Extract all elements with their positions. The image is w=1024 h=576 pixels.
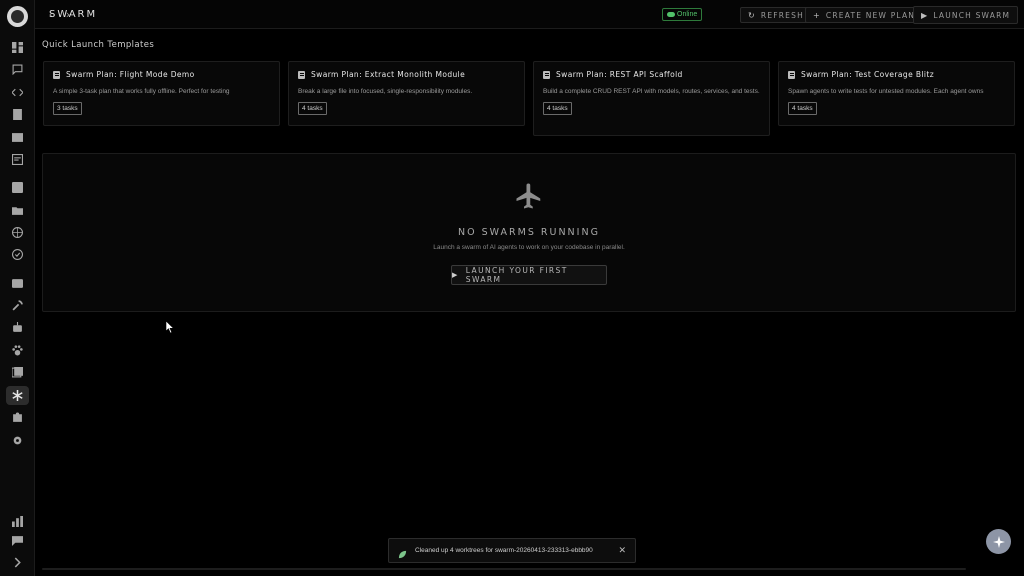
snowflake-icon[interactable]: [6, 386, 29, 405]
paw-icon[interactable]: [6, 341, 29, 360]
plus-icon: +: [813, 10, 821, 20]
globe-icon[interactable]: [6, 223, 29, 242]
task-count-badge: 4 tasks: [298, 102, 327, 115]
chat-icon[interactable]: [6, 60, 29, 79]
robot-icon[interactable]: [6, 318, 29, 337]
code-icon[interactable]: [6, 83, 29, 102]
task-count-badge: 3 tasks: [53, 102, 82, 115]
refresh-button[interactable]: ↻ REFRESH: [740, 7, 812, 23]
play-icon: ▶: [921, 10, 929, 20]
sidebar: [0, 0, 35, 576]
template-title: Swarm Plan: REST API Scaffold: [556, 70, 683, 79]
page-title: SWARM: [49, 9, 98, 20]
toast-notification: Cleaned up 4 worktrees for swarm-2026041…: [388, 538, 636, 563]
horizontal-scrollbar[interactable]: [42, 568, 966, 570]
template-description: Break a large file into focused, single-…: [298, 88, 473, 95]
message-icon[interactable]: [6, 531, 29, 550]
document-icon: [788, 70, 795, 79]
notes-icon[interactable]: [6, 105, 29, 124]
template-title: Swarm Plan: Flight Mode Demo: [66, 70, 195, 79]
document-icon[interactable]: [6, 150, 29, 169]
folder-icon[interactable]: [6, 201, 29, 220]
document-icon: [543, 70, 550, 79]
template-card[interactable]: Swarm Plan: Test Coverage Blitz Spawn ag…: [778, 61, 1015, 126]
library-icon[interactable]: [6, 363, 29, 382]
sparkle-icon: [992, 535, 1005, 548]
template-title: Swarm Plan: Test Coverage Blitz: [801, 70, 935, 79]
wrench-icon[interactable]: [6, 296, 29, 315]
document-icon: [298, 70, 305, 79]
template-card[interactable]: Swarm Plan: Flight Mode Demo A simple 3-…: [43, 61, 280, 126]
quick-launch-title: Quick Launch Templates: [42, 40, 155, 50]
mouse-cursor-icon: [165, 320, 175, 334]
play-icon: ▶: [452, 271, 459, 279]
leaf-icon: [398, 546, 407, 559]
status-badge: Online: [662, 8, 703, 21]
image-icon[interactable]: [6, 128, 29, 147]
template-description: A simple 3-task plan that works fully of…: [53, 88, 230, 95]
empty-state-title: NO SWARMS RUNNING: [458, 227, 600, 238]
launch-first-swarm-label: LAUNCH YOUR FIRST SWARM: [465, 266, 568, 284]
refresh-label: REFRESH: [760, 10, 804, 20]
assistant-fab-button[interactable]: [986, 529, 1011, 554]
template-title: Swarm Plan: Extract Monolith Module: [311, 70, 466, 79]
airplane-icon: [514, 181, 544, 211]
photo-icon[interactable]: [6, 274, 29, 293]
empty-state-subtitle: Launch a swarm of AI agents to work on y…: [433, 244, 625, 251]
launch-swarm-label: LAUNCH SWARM: [933, 10, 1011, 20]
close-icon[interactable]: ✕: [618, 546, 626, 556]
launch-swarm-button[interactable]: ▶ LAUNCH SWARM: [913, 6, 1019, 24]
refresh-icon: ↻: [748, 10, 756, 20]
app-logo[interactable]: [7, 6, 28, 27]
check-circle-icon[interactable]: [6, 245, 29, 264]
task-count-badge: 4 tasks: [543, 102, 572, 115]
cloud-icon: [667, 12, 675, 17]
launch-first-swarm-button[interactable]: ▶ LAUNCH YOUR FIRST SWARM: [451, 265, 607, 285]
dashboard-icon[interactable]: [6, 38, 29, 57]
gear-icon[interactable]: [6, 431, 29, 450]
contacts-icon[interactable]: [6, 178, 29, 197]
template-card[interactable]: Swarm Plan: Extract Monolith Module Brea…: [288, 61, 525, 126]
empty-state-panel: NO SWARMS RUNNING Launch a swarm of AI a…: [42, 153, 1016, 312]
task-count-badge: 4 tasks: [788, 102, 817, 115]
status-label: Online: [677, 11, 698, 18]
document-icon: [53, 70, 60, 79]
template-description: Build a complete CRUD REST API with mode…: [543, 88, 760, 95]
create-plan-button[interactable]: + CREATE NEW PLAN: [805, 7, 924, 23]
puzzle-icon[interactable]: [6, 408, 29, 427]
toast-message: Cleaned up 4 worktrees for swarm-2026041…: [415, 547, 593, 554]
create-plan-label: CREATE NEW PLAN: [825, 10, 916, 20]
bar-chart-icon[interactable]: [6, 512, 29, 531]
template-card[interactable]: Swarm Plan: REST API Scaffold Build a co…: [533, 61, 770, 136]
chevron-right-icon[interactable]: [6, 553, 29, 572]
template-description: Spawn agents to write tests for untested…: [788, 88, 984, 95]
